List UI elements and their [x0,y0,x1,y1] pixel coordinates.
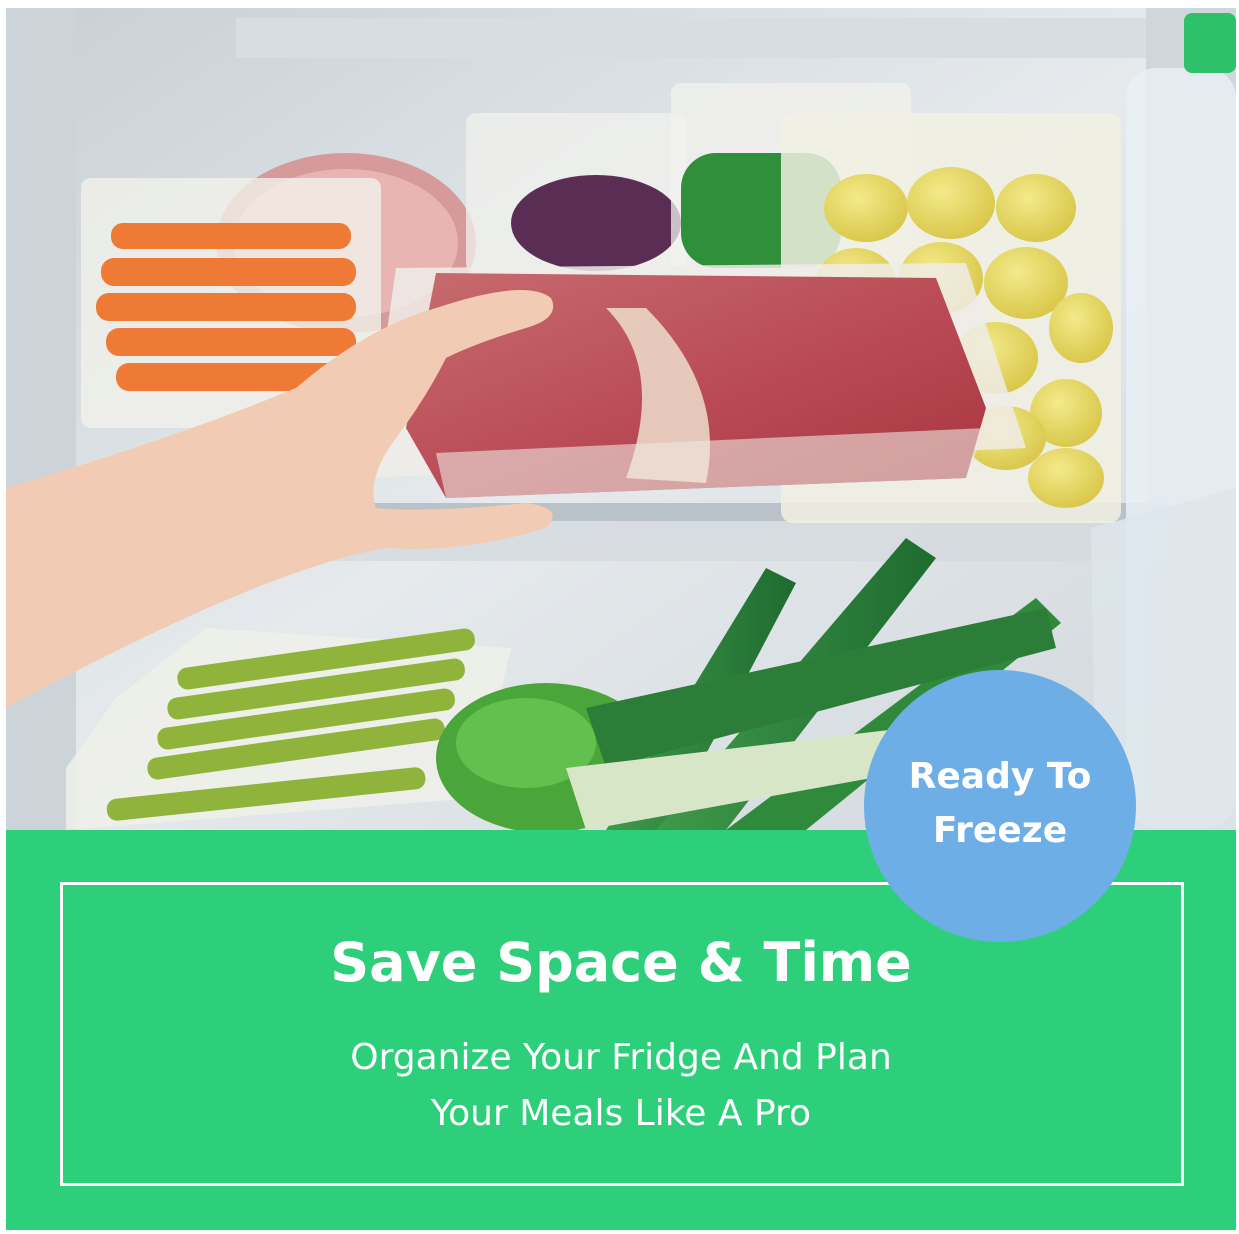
subheadline-line-1: Organize Your Fridge And Plan [350,1037,892,1078]
badge-line-1: Ready To [908,756,1092,797]
badge-line-2: Freeze [932,810,1068,851]
product-banner: Save Space & Time Organize Your Fridge A… [6,8,1236,1230]
ready-to-freeze-badge: Ready To Freeze [864,670,1136,942]
subheadline-line-2: Your Meals Like A Pro [430,1093,812,1134]
subheadline: Organize Your Fridge And Plan Your Meals… [6,1030,1236,1142]
badge-text: Ready To Freeze [864,750,1136,858]
headline: Save Space & Time [330,931,912,994]
